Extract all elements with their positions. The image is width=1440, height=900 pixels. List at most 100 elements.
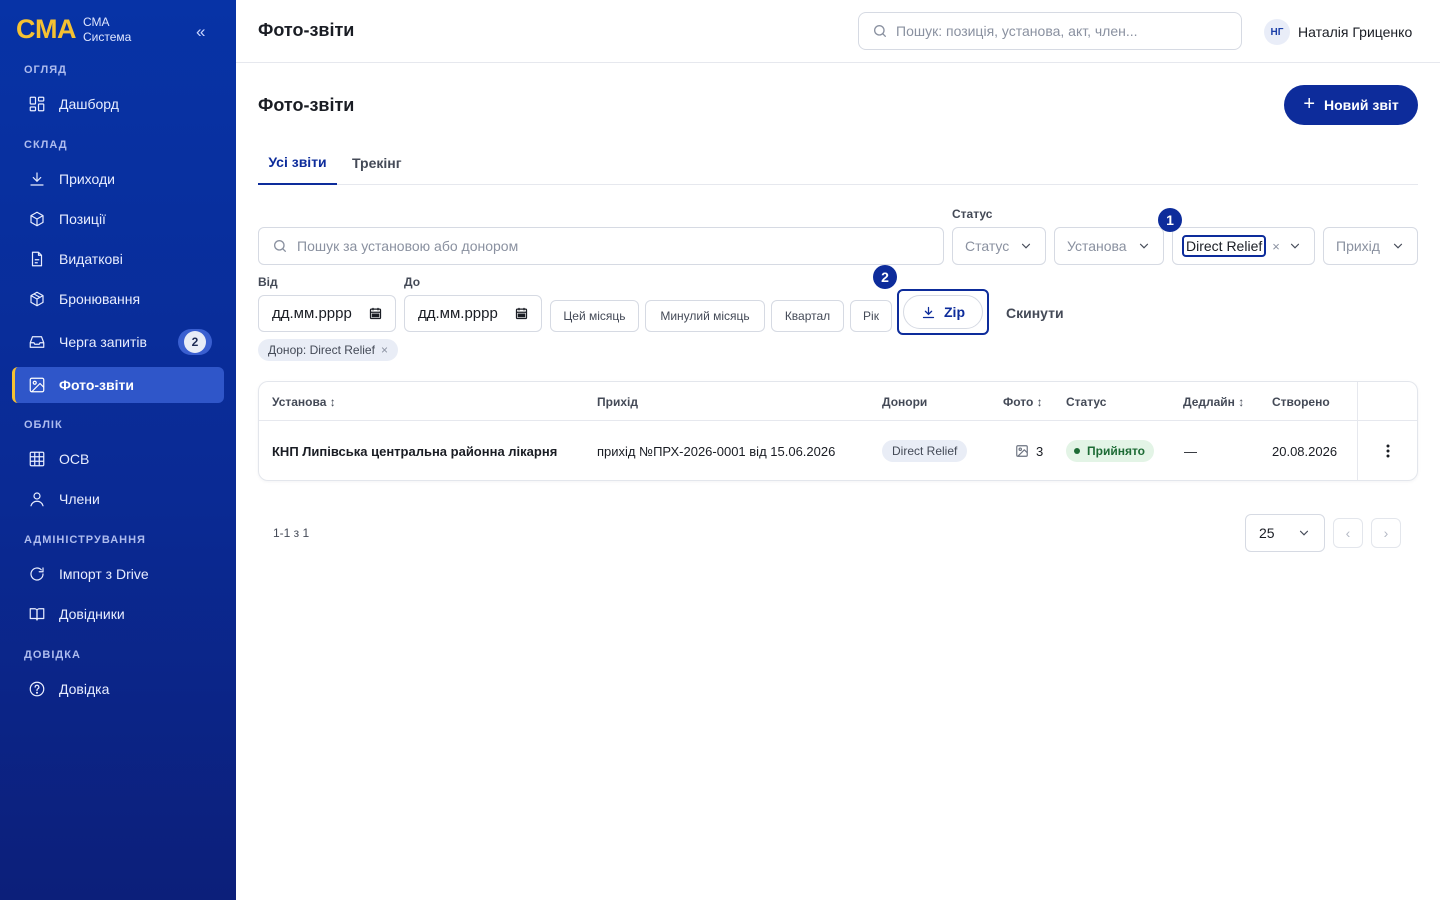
preset-year[interactable]: Рік	[850, 300, 892, 332]
global-search-input[interactable]: Пошук: позиція, установа, акт, член...	[858, 12, 1242, 50]
status-badge: Прийнято	[1066, 440, 1155, 462]
income-select-value: Прихід	[1336, 238, 1380, 254]
tab-all-reports[interactable]: Усі звіти	[258, 140, 337, 185]
sidebar-item-label: Фото-звіти	[59, 377, 134, 393]
date-from-value: дд.мм.рррр	[272, 305, 352, 322]
new-report-button[interactable]: + Новий звіт	[1284, 85, 1418, 125]
preset-this-month[interactable]: Цей місяць	[550, 300, 639, 332]
sidebar-item-label: Видаткові	[59, 251, 123, 267]
chevron-down-icon	[1139, 243, 1149, 249]
dashboard-icon	[29, 96, 45, 112]
donor-clear-icon[interactable]: ×	[1272, 239, 1280, 254]
box-icon	[30, 211, 44, 227]
plus-icon: +	[1303, 92, 1315, 115]
donor-badge: Direct Relief	[882, 440, 968, 462]
help-circle-icon	[29, 681, 45, 697]
step-marker-2: 2	[873, 265, 897, 289]
section-help: ДОВІДКА	[24, 649, 81, 661]
cell-institution[interactable]: КНП Липівська центральна районна лікарня	[272, 421, 557, 480]
column-header-deadline[interactable]: Дедлайн ↕	[1183, 382, 1244, 421]
inbox-icon	[29, 336, 45, 348]
status-select[interactable]: Статус	[952, 227, 1046, 265]
table-icon	[29, 451, 45, 467]
report-search-input[interactable]: Пошук за установою або донором	[258, 227, 944, 265]
reports-table: Установа ↕ Прихід Донори Фото ↕ Статус Д…	[258, 381, 1418, 481]
date-to-value: дд.мм.рррр	[418, 305, 498, 322]
sidebar-item-members[interactable]: Члени	[12, 481, 224, 517]
sidebar-item-label: Члени	[59, 491, 100, 507]
brand-line-1: СМА	[83, 14, 110, 29]
global-search-placeholder: Пошук: позиція, установа, акт, член...	[896, 23, 1138, 39]
column-header-created: Створено	[1272, 394, 1330, 409]
collapse-sidebar-button[interactable]: «	[196, 22, 205, 42]
sidebar-item-label: Приходи	[59, 171, 115, 187]
institution-select[interactable]: Установа	[1054, 227, 1164, 265]
next-page-button[interactable]: ›	[1371, 518, 1401, 548]
remove-filter-icon[interactable]: ×	[381, 343, 388, 357]
column-header-institution[interactable]: Установа ↕	[272, 382, 336, 421]
queue-count: 2	[184, 331, 206, 353]
date-to-label: До	[404, 275, 421, 289]
date-from-label: Від	[258, 275, 278, 289]
brand-line-2: Система	[83, 29, 132, 44]
sidebar-item-import[interactable]: Імпорт з Drive	[12, 556, 224, 592]
reset-filters-button[interactable]: Скинути	[1006, 305, 1064, 321]
sidebar-item-help[interactable]: Довідка	[12, 671, 224, 707]
topbar-title: Фото-звіти	[258, 20, 355, 40]
chevron-down-icon	[1021, 243, 1031, 249]
zip-label: Zip	[944, 304, 965, 320]
user-icon	[30, 492, 44, 507]
section-warehouse: СКЛАД	[24, 139, 68, 151]
sidebar-item-label: Бронювання	[59, 291, 141, 307]
sidebar-item-outgoing[interactable]: Видаткові	[12, 241, 224, 277]
download-icon	[30, 172, 44, 186]
sidebar-item-label: Імпорт з Drive	[59, 566, 149, 582]
document-icon	[31, 251, 43, 267]
sidebar: CMA СМА Система « ОГЛЯД Дашборд СКЛАД Пр…	[0, 0, 236, 900]
date-from-input[interactable]: дд.мм.рррр	[258, 295, 396, 332]
column-header-income: Прихід	[597, 394, 638, 409]
brand-subtitle: СМА Система	[83, 15, 131, 45]
row-actions-button[interactable]	[1358, 421, 1417, 480]
sidebar-item-photo-reports[interactable]: Фото-звіти	[12, 367, 224, 403]
top-bar: Фото-звіти Пошук: позиція, установа, акт…	[236, 0, 1440, 63]
column-header-donors: Донори	[882, 394, 928, 409]
search-icon	[874, 25, 886, 37]
status-select-value: Статус	[965, 238, 1010, 254]
sidebar-item-queue[interactable]: Черга запитів 2	[12, 324, 224, 360]
donor-select[interactable]: Direct Relief ×	[1172, 227, 1315, 265]
sidebar-item-booking[interactable]: Бронювання	[12, 281, 224, 317]
sidebar-item-dashboard[interactable]: Дашборд	[12, 86, 224, 122]
column-header-photos[interactable]: Фото ↕	[1003, 382, 1043, 421]
zip-download-button[interactable]: Zip	[897, 289, 989, 335]
report-search-placeholder: Пошук за установою або донором	[297, 238, 519, 254]
sidebar-item-osv[interactable]: ОСВ	[12, 441, 224, 477]
institution-select-value: Установа	[1067, 238, 1127, 254]
preset-last-month[interactable]: Минулий місяць	[645, 300, 765, 332]
per-page-select[interactable]: 25	[1245, 514, 1325, 552]
calendar-icon	[515, 307, 528, 320]
sidebar-item-incoming[interactable]: Приходи	[12, 161, 224, 197]
status-filter-label: Статус	[952, 207, 993, 221]
sidebar-item-label: ОСВ	[59, 451, 90, 467]
page-title: Фото-звіти	[258, 95, 355, 115]
preset-quarter[interactable]: Квартал	[771, 300, 844, 332]
sidebar-item-references[interactable]: Довідники	[12, 596, 224, 632]
new-report-label: Новий звіт	[1324, 97, 1399, 113]
cell-status: Прийнято	[1066, 421, 1155, 480]
sidebar-item-label: Черга запитів	[59, 334, 147, 350]
section-admin: АДМІНІСТРУВАННЯ	[24, 534, 146, 546]
income-select[interactable]: Прихід	[1323, 227, 1418, 265]
status-text: Прийнято	[1087, 444, 1146, 458]
active-filter-label: Донор: Direct Relief	[268, 343, 375, 357]
user-menu[interactable]: НГ Наталія Гриценко	[1264, 19, 1412, 45]
brand[interactable]: CMA СМА Система	[16, 14, 131, 45]
cell-created: 20.08.2026	[1272, 443, 1338, 459]
date-to-input[interactable]: дд.мм.рррр	[404, 295, 542, 332]
download-icon	[922, 306, 935, 318]
sidebar-item-positions[interactable]: Позиції	[12, 201, 224, 237]
prev-page-button[interactable]: ‹	[1333, 518, 1363, 548]
tab-tracking[interactable]: Трекінг	[352, 140, 402, 185]
chevron-down-icon	[1290, 243, 1300, 249]
more-vertical-icon	[1386, 444, 1390, 458]
